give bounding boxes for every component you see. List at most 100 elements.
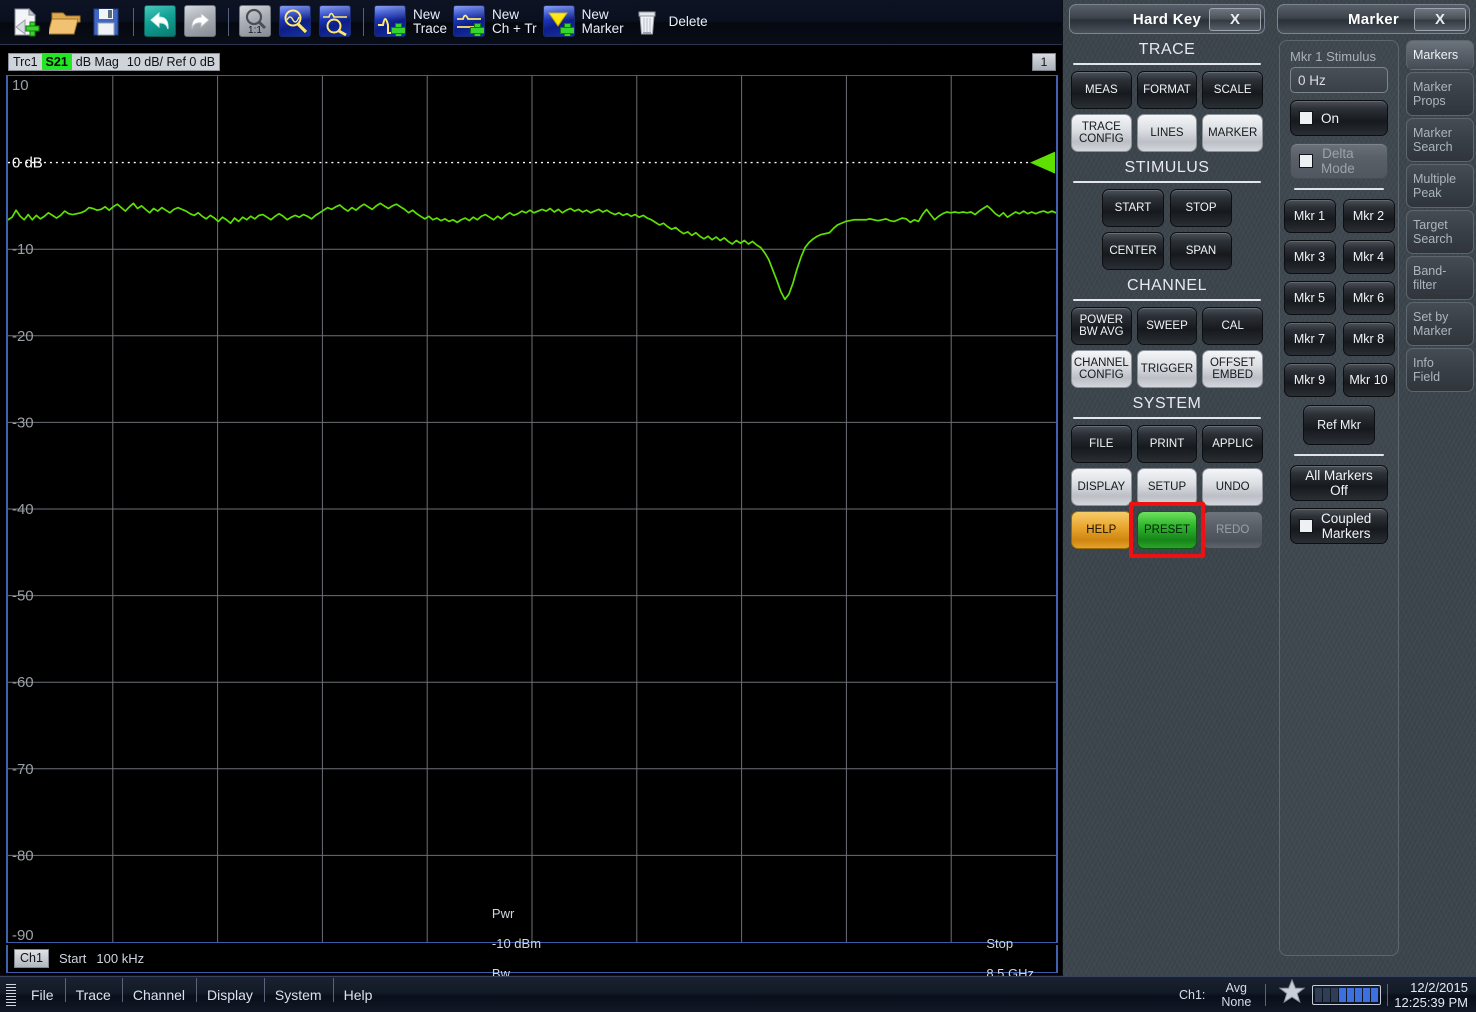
drag-grip-icon[interactable]: [6, 983, 16, 1006]
hard-key-offset-embed[interactable]: OFFSET EMBED: [1202, 350, 1263, 388]
marker-button-mkr-8[interactable]: Mkr 8: [1342, 322, 1395, 356]
marker-button-mkr-6[interactable]: Mkr 6: [1342, 281, 1395, 315]
hard-key-applic[interactable]: APPLIC: [1202, 425, 1263, 463]
marker-tab-multiple-peak[interactable]: Multiple Peak: [1406, 164, 1474, 208]
marker-tab-marker-props[interactable]: Marker Props: [1406, 72, 1474, 116]
hard-key-print[interactable]: PRINT: [1136, 425, 1198, 463]
marker-divider-1: [1294, 188, 1384, 190]
start-value[interactable]: 100 kHz: [96, 951, 144, 966]
redo-button[interactable]: [181, 1, 221, 43]
menu-item-channel[interactable]: Channel: [121, 977, 196, 1003]
marker-tab-markers[interactable]: Markers: [1406, 40, 1474, 70]
trace-name: Trc1: [13, 55, 38, 69]
marker-tab-marker-search[interactable]: Marker Search: [1406, 118, 1474, 162]
hard-key-start[interactable]: START: [1102, 189, 1164, 227]
hard-key-center[interactable]: CENTER: [1102, 232, 1164, 270]
power-value[interactable]: -10 dBm: [492, 936, 541, 951]
hard-key-power-bw-avg[interactable]: POWER BW AVG: [1071, 307, 1132, 345]
hard-key-file[interactable]: FILE: [1071, 425, 1132, 463]
hard-key-marker[interactable]: MARKER: [1202, 114, 1263, 152]
coupled-markers-toggle[interactable]: Coupled Markers: [1290, 508, 1388, 544]
undo-button[interactable]: [141, 1, 181, 43]
star-icon[interactable]: [1272, 978, 1312, 1011]
hard-key-cell: MEAS: [1071, 71, 1132, 109]
hard-key-lines[interactable]: LINES: [1136, 114, 1198, 152]
hard-key-channel-config[interactable]: CHANNEL CONFIG: [1071, 350, 1132, 388]
zoom-in-button[interactable]: [276, 1, 316, 43]
marker-button-mkr-9[interactable]: Mkr 9: [1283, 363, 1336, 397]
marker-button-mkr-10[interactable]: Mkr 10: [1342, 363, 1395, 397]
hard-key-trigger[interactable]: TRIGGER: [1136, 350, 1198, 388]
checkbox-icon: [1299, 154, 1313, 168]
open-file-button[interactable]: [46, 1, 86, 43]
menu-item-system[interactable]: System: [263, 977, 333, 1003]
menu-item-display[interactable]: Display: [196, 977, 264, 1003]
status-divider-1: [1265, 983, 1267, 1006]
marker-button-mkr-4[interactable]: Mkr 4: [1342, 240, 1395, 274]
new-trace-button[interactable]: New Trace: [371, 1, 450, 43]
marker-button-mkr-2[interactable]: Mkr 2: [1342, 199, 1395, 233]
delete-button[interactable]: Delete: [627, 1, 711, 43]
marker-on-toggle[interactable]: On: [1290, 100, 1388, 136]
new-channel-trace-button[interactable]: New Ch + Tr: [450, 1, 540, 43]
hard-key-cell: MARKER: [1202, 114, 1263, 152]
ref-marker-button[interactable]: Ref Mkr: [1303, 405, 1375, 445]
hard-key-preset[interactable]: PRESET: [1136, 511, 1198, 549]
hard-key-cell: REDO: [1202, 511, 1263, 549]
delta-mode-toggle[interactable]: Delta Mode: [1290, 143, 1388, 179]
progress-segment: [1339, 987, 1347, 1002]
trace-scale: 10 dB/ Ref 0 dB: [126, 55, 216, 69]
hard-key-meas[interactable]: MEAS: [1071, 71, 1132, 109]
marker-close-button[interactable]: X: [1414, 8, 1466, 31]
menu-item-help[interactable]: Help: [332, 977, 384, 1003]
hard-key-help[interactable]: HELP: [1071, 511, 1132, 549]
svg-text:-50: -50: [12, 588, 34, 605]
window-number-badge[interactable]: 1: [1032, 53, 1056, 71]
hard-key-scale[interactable]: SCALE: [1202, 71, 1263, 109]
hard-key-row: HELP PRESET REDO: [1063, 502, 1271, 558]
svg-text:1:1: 1:1: [248, 25, 262, 36]
channel-badge[interactable]: Ch1: [14, 949, 49, 968]
new-trace-icon: [374, 5, 408, 39]
marker-tab-band-filter[interactable]: Band- filter: [1406, 256, 1474, 300]
all-markers-off-button[interactable]: All Markers Off: [1290, 465, 1388, 501]
zoom-in-icon: [279, 5, 313, 39]
new-trace-label: New Trace: [413, 7, 448, 36]
zoom-trace-button[interactable]: [316, 1, 356, 43]
hard-key-span[interactable]: SPAN: [1170, 232, 1232, 270]
hard-key-sweep[interactable]: SWEEP: [1136, 307, 1198, 345]
section-rule: [1073, 417, 1261, 419]
hard-key-cal[interactable]: CAL: [1202, 307, 1263, 345]
hard-key-stop[interactable]: STOP: [1170, 189, 1232, 227]
svg-text:-80: -80: [12, 847, 34, 864]
date-time-display: 12/2/2015 12:25:39 PM: [1394, 979, 1468, 1010]
hard-key-cell: STOP: [1170, 189, 1232, 227]
hard-key-row: START STOP: [1063, 189, 1271, 227]
marker-tab-info-field[interactable]: Info Field: [1406, 348, 1474, 392]
hard-key-trace-config[interactable]: TRACE CONFIG: [1071, 114, 1132, 152]
marker-button-mkr-5[interactable]: Mkr 5: [1283, 281, 1336, 315]
zoom-reset-button[interactable]: 1:1: [236, 1, 276, 43]
hard-key-format[interactable]: FORMAT: [1136, 71, 1198, 109]
marker-button-mkr-7[interactable]: Mkr 7: [1283, 322, 1336, 356]
hard-key-row: MEAS FORMAT SCALE: [1063, 71, 1271, 109]
hard-key-display[interactable]: DISPLAY: [1071, 468, 1132, 506]
hard-key-setup[interactable]: SETUP: [1136, 468, 1198, 506]
marker-tab-set-by-marker[interactable]: Set by Marker: [1406, 302, 1474, 346]
mkr-stimulus-input[interactable]: 0 Hz: [1290, 67, 1388, 93]
hard-key-cell: SETUP: [1136, 468, 1198, 506]
save-button[interactable]: [86, 1, 126, 43]
menu-item-trace[interactable]: Trace: [64, 977, 122, 1003]
new-document-button[interactable]: [6, 1, 46, 43]
trace-format: dB Mag: [75, 55, 119, 69]
menu-item-file[interactable]: File: [20, 987, 65, 1003]
marker-tab-target-search[interactable]: Target Search: [1406, 210, 1474, 254]
marker-button-mkr-1[interactable]: Mkr 1: [1283, 199, 1336, 233]
hard-key-panel: Hard Key X TRACE MEAS FORMAT SCALE TRACE CON…: [1063, 0, 1271, 976]
marker-button-mkr-3[interactable]: Mkr 3: [1283, 240, 1336, 274]
hard-key-close-button[interactable]: X: [1209, 8, 1261, 31]
hard-key-undo[interactable]: UNDO: [1202, 468, 1263, 506]
new-marker-button[interactable]: New Marker: [540, 1, 627, 43]
trace-header[interactable]: Trc1 S21 dB Mag 10 dB/ Ref 0 dB: [8, 53, 221, 71]
trace-plot[interactable]: 10 0 dB -10 -20 -30 -40 -50 -60 -70 -80 -90: [6, 75, 1058, 943]
